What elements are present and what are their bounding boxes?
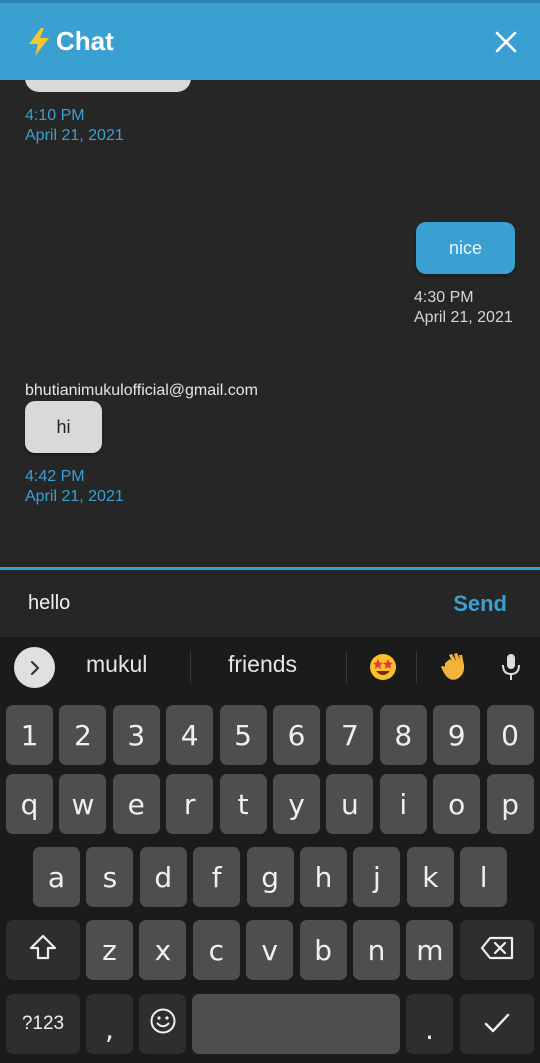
- app-screen: Chat 4:10 PM April 21, 2021 nice 4:30 PM…: [0, 0, 540, 1063]
- key-m[interactable]: m: [406, 920, 454, 980]
- on-screen-keyboard: mukul friends 1 2 3 4 5 6 7 8 9 0 q w e …: [0, 637, 540, 1063]
- key-1[interactable]: 1: [6, 705, 53, 765]
- close-icon[interactable]: [494, 30, 518, 54]
- suggestion-strip: mukul friends: [0, 637, 540, 697]
- incoming-message-bubble: hi: [25, 401, 102, 453]
- suggestion-divider: [190, 651, 191, 683]
- suggestion-divider: [346, 651, 347, 683]
- key-9[interactable]: 9: [433, 705, 481, 765]
- key-y[interactable]: y: [273, 774, 320, 834]
- symbols-key[interactable]: ?123: [6, 994, 80, 1054]
- message-time: 4:10 PM: [25, 107, 85, 124]
- message-date: April 21, 2021: [25, 127, 124, 144]
- key-4[interactable]: 4: [166, 705, 214, 765]
- header-title: Chat: [56, 26, 114, 56]
- suggestion-word[interactable]: mukul: [86, 651, 147, 678]
- key-q[interactable]: q: [6, 774, 53, 834]
- emoji-key[interactable]: [139, 994, 186, 1054]
- key-i[interactable]: i: [379, 774, 427, 834]
- key-8[interactable]: 8: [379, 705, 427, 765]
- header-title-group: Chat: [26, 26, 114, 57]
- chat-header: Chat: [0, 0, 540, 80]
- key-e[interactable]: e: [112, 774, 160, 834]
- key-n[interactable]: n: [353, 920, 400, 980]
- key-0[interactable]: 0: [486, 705, 534, 765]
- key-v[interactable]: v: [246, 920, 294, 980]
- message-sender: bhutianimukulofficial@gmail.com: [25, 382, 258, 399]
- checkmark-icon: [484, 1008, 510, 1041]
- key-z[interactable]: z: [86, 920, 133, 980]
- message-date: April 21, 2021: [25, 488, 124, 505]
- outgoing-message-bubble: nice: [416, 222, 515, 274]
- send-button[interactable]: Send: [453, 591, 507, 617]
- microphone-icon[interactable]: [500, 652, 522, 682]
- key-2[interactable]: 2: [59, 705, 107, 765]
- key-j[interactable]: j: [353, 847, 401, 907]
- message-date: April 21, 2021: [414, 309, 513, 326]
- key-p[interactable]: p: [486, 774, 534, 834]
- key-r[interactable]: r: [166, 774, 214, 834]
- suggestion-word[interactable]: friends: [228, 651, 297, 678]
- key-6[interactable]: 6: [273, 705, 320, 765]
- incoming-message-bubble: [25, 80, 191, 92]
- smiley-icon: [149, 1007, 177, 1042]
- key-u[interactable]: u: [326, 774, 374, 834]
- backspace-key[interactable]: [460, 920, 534, 980]
- message-time: 4:42 PM: [25, 468, 85, 485]
- star-struck-emoji-icon[interactable]: [368, 652, 398, 682]
- key-f[interactable]: f: [193, 847, 241, 907]
- enter-key[interactable]: [460, 994, 534, 1054]
- key-g[interactable]: g: [246, 847, 294, 907]
- message-time: 4:30 PM: [414, 289, 474, 306]
- key-c[interactable]: c: [192, 920, 240, 980]
- key-s[interactable]: s: [86, 847, 134, 907]
- lightning-bolt-icon: [26, 27, 52, 57]
- key-d[interactable]: d: [139, 847, 187, 907]
- key-o[interactable]: o: [433, 774, 481, 834]
- key-7[interactable]: 7: [326, 705, 374, 765]
- key-x[interactable]: x: [139, 920, 187, 980]
- key-t[interactable]: t: [219, 774, 267, 834]
- shift-icon: [28, 933, 58, 968]
- space-bar[interactable]: [192, 994, 400, 1054]
- key-k[interactable]: k: [406, 847, 454, 907]
- key-5[interactable]: 5: [219, 705, 267, 765]
- key-b[interactable]: b: [299, 920, 347, 980]
- key-3[interactable]: 3: [112, 705, 160, 765]
- message-list[interactable]: 4:10 PM April 21, 2021 nice 4:30 PM Apri…: [0, 80, 540, 567]
- key-l[interactable]: l: [460, 847, 508, 907]
- expand-toolbar-button[interactable]: [14, 647, 55, 688]
- comma-key[interactable]: ,: [86, 994, 133, 1054]
- message-composer: Send: [0, 567, 540, 637]
- period-key[interactable]: .: [406, 994, 453, 1054]
- suggestion-divider: [416, 651, 417, 683]
- shift-key[interactable]: [6, 920, 80, 980]
- message-input[interactable]: [28, 592, 388, 615]
- waving-hand-emoji-icon[interactable]: [438, 651, 468, 683]
- key-w[interactable]: w: [59, 774, 107, 834]
- chevron-right-icon: [26, 659, 44, 677]
- key-h[interactable]: h: [300, 847, 347, 907]
- backspace-icon: [480, 934, 514, 967]
- key-a[interactable]: a: [33, 847, 80, 907]
